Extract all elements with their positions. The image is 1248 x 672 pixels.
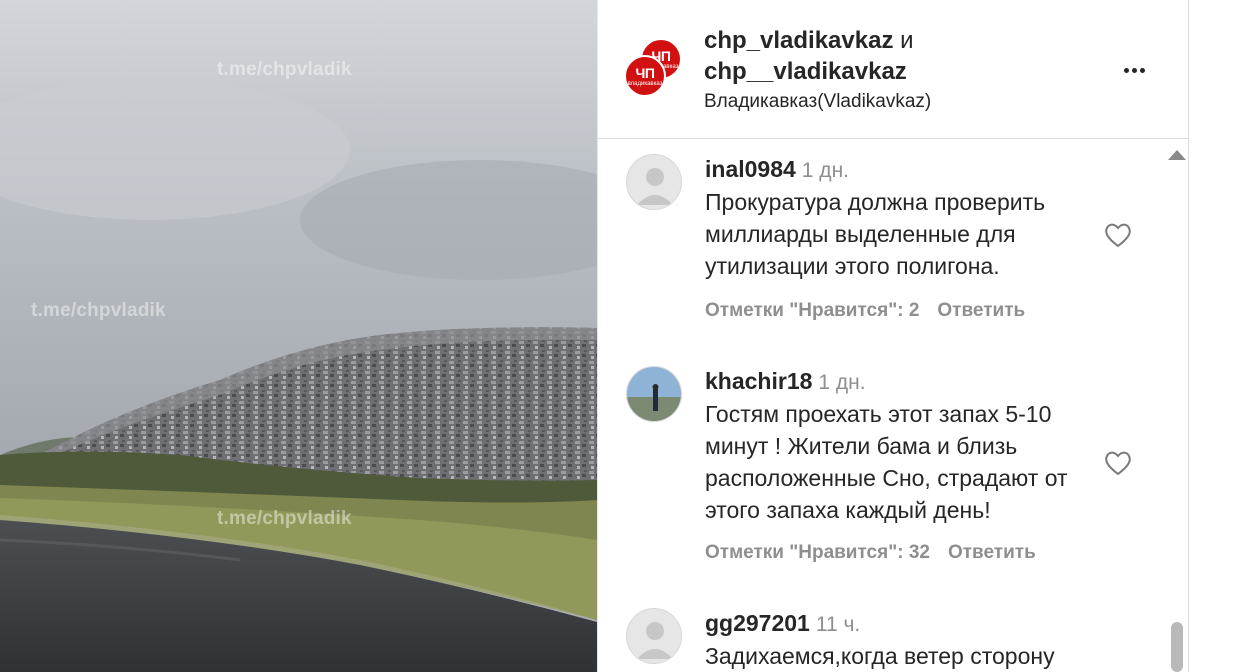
account-name-link[interactable]: chp__vladikavkaz [704,58,907,86]
comment-body: khachir18 1 дн. Гостям проехать этот запа… [705,368,1100,526]
comment-body: gg297201 11 ч. Задихаемся,когда ветер сто… [705,610,1100,672]
comment-meta: Отметки "Нравится": 2 Ответить [705,300,1025,322]
scrollbar-thumb[interactable] [1171,622,1183,672]
watermark: t.me/chpvladik [31,300,166,321]
comment-text: Гостям проехать этот запах 5-10 минут ! … [705,401,1068,523]
comment-time[interactable]: 1 дн. [802,159,849,182]
dot-icon [1124,68,1129,73]
comment-time[interactable]: 11 ч. [816,613,860,636]
more-options-button[interactable] [1124,60,1154,76]
comment-username[interactable]: khachir18 [705,368,812,394]
scrollbar-track[interactable] [1171,164,1183,672]
likes-count-link[interactable]: Отметки "Нравится": 2 [705,300,919,321]
likes-count-link[interactable]: Отметки "Нравится": 32 [705,542,930,563]
default-avatar-icon[interactable] [626,608,682,664]
account-avatar-2[interactable]: ЧП владикавказ [624,55,666,97]
logo-subtext: владикавказ [627,81,663,87]
post-details-panel: ЧП владикавказ ЧП владикавказ chp_vladik… [597,0,1189,672]
user-avatar[interactable] [626,366,682,422]
location-link[interactable]: Владикавказ(Vladikavkaz) [704,91,931,113]
heart-icon[interactable] [1103,221,1133,249]
reply-button[interactable]: Ответить [937,300,1025,321]
account-avatars[interactable]: ЧП владикавказ ЧП владикавказ [624,38,684,100]
watermark: t.me/chpvladik [217,59,352,80]
landfill-image [0,0,597,672]
dot-icon [1132,68,1137,73]
comment-username[interactable]: gg297201 [705,610,810,636]
comment-body: inal0984 1 дн. Прокуратура должна провери… [705,156,1100,282]
dot-icon [1140,68,1145,73]
comment-time[interactable]: 1 дн. [818,371,865,394]
and-word: и [900,27,914,54]
reply-button[interactable]: Ответить [948,542,1036,563]
comment-meta: Отметки "Нравится": 32 Ответить [705,542,1036,564]
heart-icon[interactable] [1103,449,1133,477]
comment-username[interactable]: inal0984 [705,156,796,182]
scroll-up-arrow-icon[interactable] [1168,150,1186,160]
default-avatar-icon[interactable] [626,154,682,210]
post-photo: t.me/chpvladik t.me/chpvladik t.me/chpvl… [0,0,597,672]
header-accounts-line: chp_vladikavkaz и [704,27,914,55]
watermark: t.me/chpvladik [217,508,352,529]
logo-text: ЧП [635,65,655,81]
comments-list: inal0984 1 дн. Прокуратура должна провери… [598,140,1158,672]
comment-text: Задихаемся,когда ветер сторону [705,643,1055,669]
post-header: ЧП владикавказ ЧП владикавказ chp_vladik… [598,0,1188,139]
comment-text: Прокуратура должна проверить миллиарды в… [705,189,1046,279]
account-name-link[interactable]: chp_vladikavkaz [704,27,893,54]
